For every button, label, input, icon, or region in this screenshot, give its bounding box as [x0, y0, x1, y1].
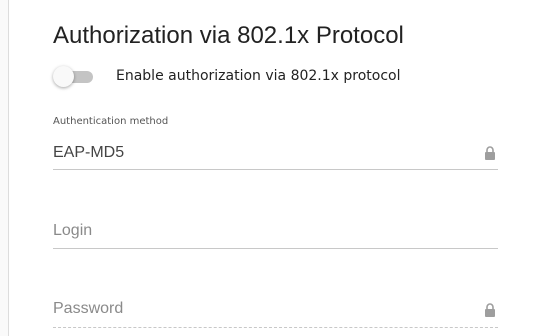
settings-card: Authorization via 802.1x Protocol Enable…: [8, 0, 542, 336]
password-underline: [53, 327, 498, 328]
lock-icon: [485, 146, 495, 160]
lock-icon: [485, 303, 495, 317]
toggle-knob: [53, 66, 74, 87]
password-field[interactable]: Password: [53, 296, 498, 332]
login-input[interactable]: Login: [53, 222, 92, 240]
password-input[interactable]: Password: [53, 300, 123, 318]
section-title: Authorization via 802.1x Protocol: [53, 22, 404, 49]
auth-method-underline: [53, 169, 498, 170]
enable-8021x-toggle[interactable]: [53, 66, 95, 88]
login-underline: [53, 248, 498, 249]
auth-method-value: EAP-MD5: [53, 144, 125, 161]
login-field[interactable]: Login: [53, 218, 498, 252]
auth-method-field[interactable]: Authentication method EAP-MD5: [53, 116, 498, 172]
auth-method-label: Authentication method: [53, 116, 169, 127]
enable-8021x-label: Enable authorization via 802.1x protocol: [116, 68, 401, 84]
